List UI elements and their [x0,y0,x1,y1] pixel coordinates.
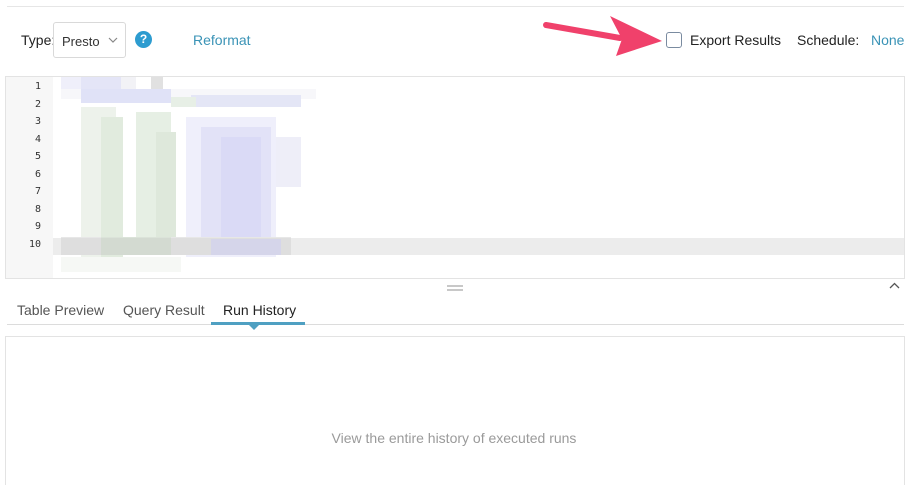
engine-type-select[interactable]: Presto [53,22,126,58]
empty-state-message: View the entire history of executed runs [331,430,577,446]
reformat-link[interactable]: Reformat [193,32,251,48]
drag-handle-icon[interactable] [447,285,463,291]
tab-query-result[interactable]: Query Result [123,302,205,318]
run-history-panel [5,336,905,485]
line-number: 8 [34,204,41,215]
active-tab-caret [248,324,260,330]
query-editor[interactable]: 1 2 3 4 5 6 7 8 9 10 [5,76,905,279]
tabs-divider [7,324,904,325]
line-number: 5 [34,151,41,162]
redacted-code-blur [61,77,316,272]
line-number: 2 [34,99,41,110]
arrow-pointer-icon [543,16,662,56]
line-number: 3 [34,116,41,127]
schedule-label: Schedule: [797,32,860,48]
line-number: 4 [34,134,41,145]
chevron-down-icon [108,37,118,43]
schedule-value-link[interactable]: None [871,32,904,48]
tab-run-history[interactable]: Run History [223,302,296,318]
top-divider [7,6,904,7]
tab-table-preview[interactable]: Table Preview [17,302,104,318]
line-number: 1 [34,81,41,92]
chevron-up-icon[interactable] [889,282,900,289]
line-number-gutter: 1 2 3 4 5 6 7 8 9 10 [6,77,53,278]
type-label: Type: [21,32,56,48]
line-number: 6 [34,169,41,180]
export-results-checkbox[interactable] [666,32,682,48]
line-number: 9 [34,221,41,232]
question-circle-icon[interactable]: ? [135,31,152,48]
line-number: 7 [34,186,41,197]
export-results-label[interactable]: Export Results [690,32,781,48]
engine-type-value: Presto [62,34,100,49]
line-number: 10 [28,239,41,250]
